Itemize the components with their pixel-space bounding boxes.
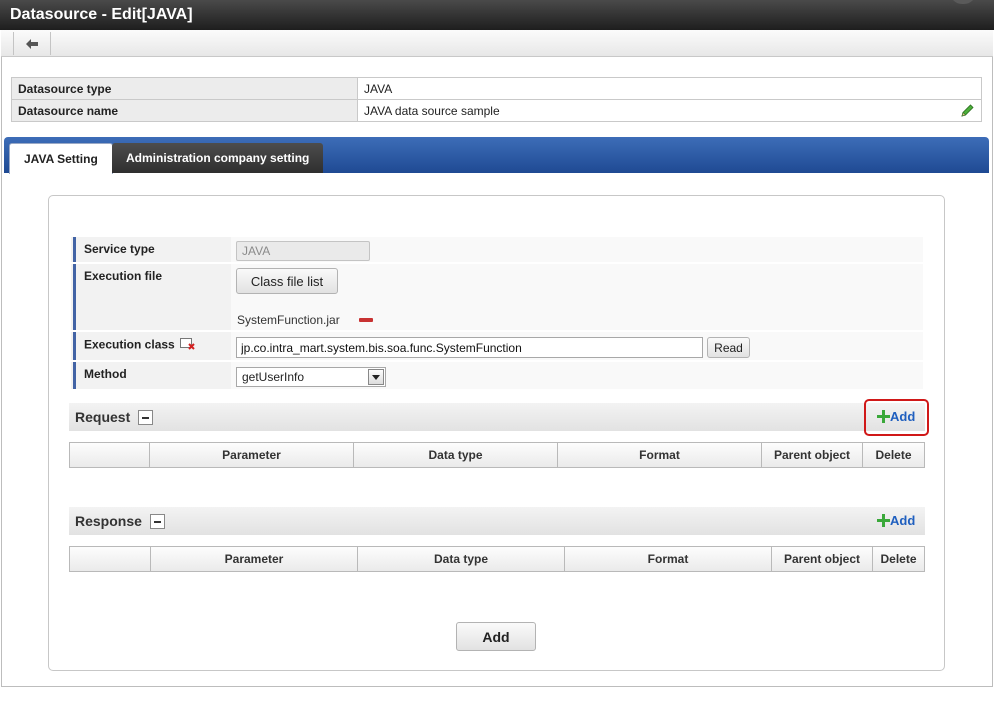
datasource-name-cell: JAVA data source sample <box>357 99 982 122</box>
method-cell: getUserInfo <box>231 362 923 389</box>
clear-x-icon <box>180 338 195 350</box>
datasource-info-table: Datasource type JAVA Datasource name JAV… <box>11 77 982 122</box>
service-type-label: Service type <box>73 237 229 262</box>
request-collapse-button[interactable] <box>138 410 153 425</box>
execution-file-name: SystemFunction.jar <box>237 313 340 327</box>
execution-file-row: Execution file Class file list SystemFun… <box>71 264 923 331</box>
tab-administration-company-setting[interactable]: Administration company setting <box>112 143 324 173</box>
method-select[interactable]: getUserInfo <box>236 367 386 387</box>
request-add-highlight <box>864 399 929 436</box>
chevron-down-icon <box>372 374 380 380</box>
info-row-name: Datasource name JAVA data source sample <box>11 99 982 122</box>
request-col-data-type: Data type <box>354 443 558 467</box>
datasource-type-label: Datasource type <box>11 77 358 100</box>
read-button[interactable]: Read <box>707 337 750 358</box>
response-section-header: Response Add <box>69 507 925 535</box>
request-title: Request <box>75 409 131 425</box>
pencil-icon <box>961 104 974 117</box>
execution-class-label: Execution class <box>84 337 175 352</box>
response-collapse-button[interactable] <box>150 514 165 529</box>
request-col-parameter: Parameter <box>150 443 354 467</box>
tab-bar: JAVA Setting Administration company sett… <box>4 137 989 174</box>
execution-class-input[interactable] <box>236 337 703 358</box>
datasource-name-label: Datasource name <box>11 99 358 122</box>
toolbar <box>1 30 993 57</box>
method-label: Method <box>73 362 229 389</box>
tab-java-setting[interactable]: JAVA Setting <box>9 143 113 174</box>
plus-icon <box>877 514 890 527</box>
arrow-left-icon <box>26 38 38 49</box>
clear-class-button[interactable] <box>180 337 196 354</box>
execution-class-label-cell: Execution class <box>73 332 229 360</box>
add-datasource-button[interactable]: Add <box>456 622 536 651</box>
response-col-parent-object: Parent object <box>772 547 873 571</box>
java-setting-panel: Service type Execution file Class file l… <box>48 195 945 671</box>
info-row-type: Datasource type JAVA <box>11 77 982 100</box>
response-col-blank <box>70 547 151 571</box>
request-section-header: Request Add <box>69 403 925 431</box>
method-row: Method getUserInfo <box>71 362 923 390</box>
execution-class-row: Execution class Read <box>71 332 923 361</box>
remove-file-button[interactable] <box>359 318 373 322</box>
response-add-label: Add <box>890 513 916 528</box>
window-title: Datasource - Edit[JAVA] <box>10 6 193 23</box>
datasource-type-value: JAVA <box>357 77 982 100</box>
request-table-header: Parameter Data type Format Parent object… <box>69 442 925 468</box>
method-selected-value: getUserInfo <box>242 370 305 384</box>
edit-name-button[interactable] <box>959 103 975 122</box>
request-col-format: Format <box>558 443 762 467</box>
class-file-list-button[interactable]: Class file list <box>236 268 338 294</box>
execution-file-cell: Class file list SystemFunction.jar <box>231 264 923 330</box>
request-col-delete: Delete <box>875 448 912 462</box>
response-title: Response <box>75 513 142 529</box>
execution-class-cell: Read <box>231 332 923 360</box>
response-add-link[interactable]: Add <box>877 513 915 528</box>
request-col-blank <box>70 443 150 467</box>
request-col-parent-object: Parent object <box>762 443 863 467</box>
response-col-delete: Delete <box>880 552 917 566</box>
execution-file-label: Execution file <box>73 264 229 330</box>
back-button[interactable] <box>13 32 51 55</box>
response-col-parameter: Parameter <box>151 547 358 571</box>
window-corner <box>950 0 976 4</box>
service-type-input <box>236 241 370 261</box>
service-type-cell <box>231 237 923 262</box>
dropdown-arrow[interactable] <box>368 369 384 385</box>
response-col-format: Format <box>565 547 772 571</box>
response-table-header: Parameter Data type Format Parent object… <box>69 546 925 572</box>
window-title-bar: Datasource - Edit[JAVA] <box>0 0 994 30</box>
datasource-name-value: JAVA data source sample <box>364 103 500 118</box>
response-col-data-type: Data type <box>358 547 565 571</box>
service-type-row: Service type <box>71 237 923 263</box>
